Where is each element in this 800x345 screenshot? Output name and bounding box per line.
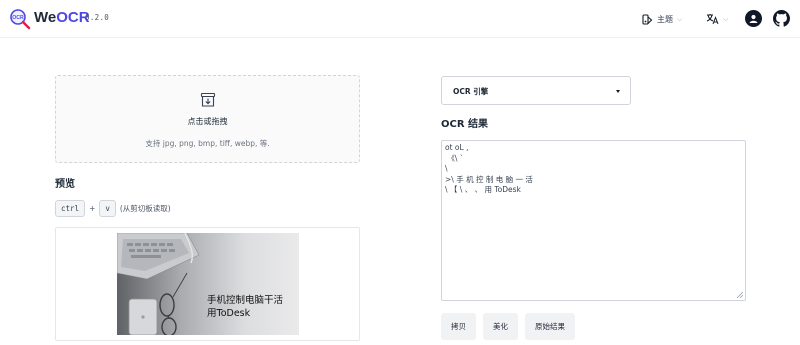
preview-image-caption: 手机控制电脑干活 用ToDesk <box>207 295 283 320</box>
ocr-magnifier-logo-icon[interactable]: OCR <box>9 8 31 30</box>
theme-switcher[interactable]: 主题 ⌵ <box>642 9 682 29</box>
resize-grip-icon[interactable] <box>737 292 743 298</box>
kbd-ctrl: ctrl <box>55 199 86 217</box>
user-avatar-icon[interactable] <box>745 10 762 27</box>
version-label: 0.2.0 <box>85 13 110 22</box>
result-line: \ <box>445 164 448 174</box>
theme-label: 主题 <box>657 14 673 24</box>
raw-result-button[interactable]: 原始结果 <box>525 313 575 340</box>
upload-dropzone[interactable]: 点击或拖拽 支持 jpg, png, bmp, tiff, webp, 等. <box>55 75 360 163</box>
svg-text:OCR: OCR <box>12 15 24 21</box>
top-bar: OCR WeOCR 0.2.0 主题 ⌵ ⌵ <box>0 0 800 38</box>
preview-heading: 预览 <box>55 179 75 190</box>
result-line: 《\ ` <box>445 153 464 163</box>
result-line: >\ 手 机 控 制 电 脑 一 活 <box>445 174 533 184</box>
chevron-down-icon: ⌵ <box>677 14 683 23</box>
result-line: ot oL , <box>445 143 469 152</box>
download-box-icon <box>200 92 216 107</box>
ocr-engine-select[interactable]: OCR 引擎 <box>441 76 631 105</box>
brand-prefix: We <box>34 9 57 26</box>
preview-caption-line1: 手机控制电脑干活 <box>207 295 284 306</box>
paste-shortcut-hint: ctrl + v (从剪切板读取) <box>55 199 171 217</box>
github-icon[interactable] <box>773 10 790 27</box>
result-actions: 拷贝 美化 原始结果 <box>441 313 575 340</box>
ocr-result-textarea[interactable]: ot oL , 《\ ` \ >\ 手 机 控 制 电 脑 一 活 \ 【 \ … <box>441 140 746 301</box>
translate-icon <box>706 14 719 25</box>
chevron-down-icon: ⌵ <box>723 14 729 23</box>
copy-button[interactable]: 拷贝 <box>441 313 476 340</box>
language-switcher[interactable]: ⌵ <box>706 9 728 29</box>
upload-format-hint: 支持 jpg, png, bmp, tiff, webp, 等. <box>145 139 270 148</box>
result-line: \ 【 \ 、 、 用 ToDesk <box>445 185 521 195</box>
caret-down-icon <box>616 90 620 93</box>
app-title[interactable]: WeOCR <box>34 10 90 26</box>
beautify-button[interactable]: 美化 <box>483 313 518 340</box>
kbd-plus: + <box>89 203 96 213</box>
palette-icon <box>642 13 653 25</box>
preview-caption-line2: 用ToDesk <box>207 307 251 319</box>
image-preview-panel: 手机控制电脑干活 用ToDesk <box>55 227 360 341</box>
kbd-v: v <box>99 199 116 217</box>
upload-title: 点击或拖拽 <box>187 117 228 126</box>
shortcut-note: (从剪切板读取) <box>119 203 171 213</box>
engine-selected-value: OCR 引擎 <box>453 87 489 96</box>
ocr-result-heading: OCR 结果 <box>441 119 489 130</box>
